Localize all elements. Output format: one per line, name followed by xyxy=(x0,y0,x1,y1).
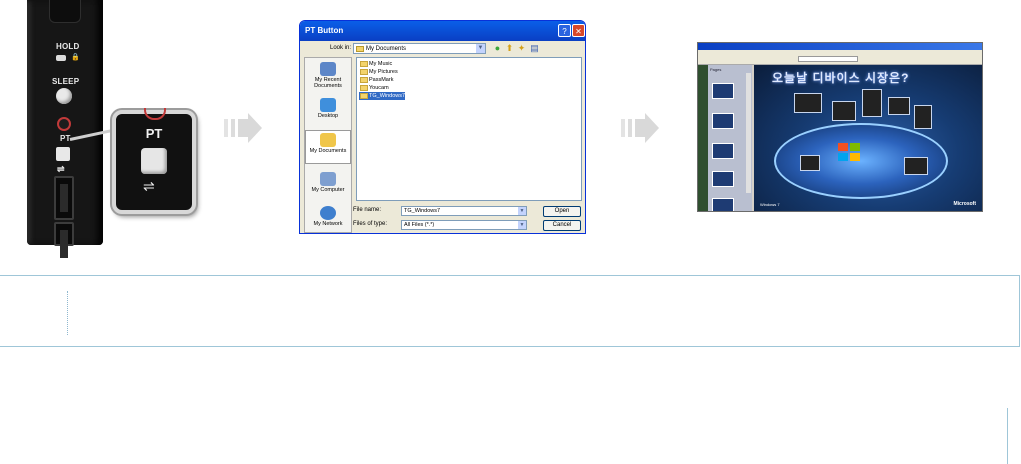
pt-button-dialog: PT Button ? ✕ Look in: My Documents ▼ ● … xyxy=(299,20,586,234)
device-cap xyxy=(49,0,81,23)
usb-icon: ⇌ xyxy=(57,164,65,174)
viewer-sidebar xyxy=(698,65,708,211)
folder-icon xyxy=(360,77,368,83)
recent-documents-icon xyxy=(320,62,336,76)
slide-footer-right: Microsoft xyxy=(953,201,977,207)
monitor-image xyxy=(832,101,856,121)
up-folder-icon[interactable]: ⬆ xyxy=(504,43,515,54)
page-thumbnail[interactable] xyxy=(712,143,734,159)
slide-title: 오늘날 디바이스 시장은? xyxy=(772,71,910,85)
viewer-titlebar xyxy=(698,43,982,50)
new-folder-icon[interactable]: ✦ xyxy=(516,43,527,54)
callout-pt-label: PT xyxy=(145,126,163,141)
hold-switch[interactable] xyxy=(56,55,66,61)
windows-logo-icon xyxy=(838,143,860,161)
presentation-viewer: Pages 오늘날 디바이스 시장은? Windows 7 Microsoft xyxy=(697,42,983,212)
look-in-label: Look in: xyxy=(330,45,352,51)
my-documents-icon xyxy=(320,133,336,147)
back-icon[interactable]: ● xyxy=(492,43,503,54)
look-in-value: My Documents xyxy=(366,46,407,52)
file-type-label: Files of type: xyxy=(353,221,388,227)
pt-button[interactable] xyxy=(56,147,70,161)
thumbnail-scrollbar[interactable] xyxy=(746,73,751,193)
place-desktop[interactable]: Desktop xyxy=(305,98,351,119)
tv-image xyxy=(862,89,882,117)
file-list[interactable]: My Music My Pictures PassMark Youcam TG_… xyxy=(356,57,582,201)
laptop-image xyxy=(794,93,822,113)
list-item[interactable]: PassMark xyxy=(359,76,393,84)
chevron-down-icon: ▼ xyxy=(518,207,526,215)
my-computer-icon xyxy=(320,172,336,186)
callout-pt-button xyxy=(141,148,167,174)
place-my-network[interactable]: My Network xyxy=(305,206,351,227)
pt-button-callout: PT ⇌ xyxy=(112,108,196,214)
look-in-select[interactable]: My Documents ▼ xyxy=(353,43,486,54)
file-type-select[interactable]: All Files (*.*) ▼ xyxy=(401,220,527,230)
arrow-right-icon xyxy=(224,113,262,143)
zoom-field[interactable] xyxy=(798,56,858,62)
help-button[interactable]: ? xyxy=(558,24,571,37)
dialog-title: PT Button xyxy=(300,21,585,41)
note-divider xyxy=(67,291,68,335)
pages-label: Pages xyxy=(710,67,722,72)
my-network-icon xyxy=(320,206,336,220)
page-thumbnail[interactable] xyxy=(712,113,734,129)
chevron-down-icon: ▼ xyxy=(476,44,485,53)
desktop-icon xyxy=(320,98,336,112)
folder-icon xyxy=(360,69,368,75)
usb-port-lower xyxy=(54,222,74,258)
arrow-right-icon xyxy=(621,113,659,143)
file-name-label: File name: xyxy=(353,207,382,213)
list-item[interactable]: My Pictures xyxy=(359,68,398,76)
place-my-recent-documents[interactable]: My Recent Documents xyxy=(305,62,351,89)
camera-image xyxy=(800,155,820,171)
list-item[interactable]: My Music xyxy=(359,60,392,68)
page-thumbnail[interactable] xyxy=(712,198,734,211)
cancel-button[interactable]: Cancel xyxy=(543,220,581,231)
open-button[interactable]: Open xyxy=(543,206,581,217)
phone-image xyxy=(914,105,932,129)
callout-usb-icon: ⇌ xyxy=(143,178,155,194)
console-image xyxy=(904,157,928,175)
lock-icon: 🔒 xyxy=(71,54,80,61)
sleep-button[interactable] xyxy=(56,88,72,104)
note-box xyxy=(0,275,1020,347)
views-menu-icon[interactable]: ▤ xyxy=(529,43,540,54)
place-my-computer[interactable]: My Computer xyxy=(305,172,351,193)
folder-icon xyxy=(360,85,368,91)
list-item-selected[interactable]: TG_Windows7 xyxy=(359,92,406,100)
folder-icon xyxy=(356,46,364,52)
slide-canvas: 오늘날 디바이스 시장은? Windows 7 Microsoft xyxy=(754,65,982,211)
tablet-image xyxy=(888,97,910,115)
device-side-photo: HOLD 🔒 SLEEP PT ⇌ xyxy=(27,0,103,258)
slide-footer-left: Windows 7 xyxy=(760,202,780,207)
page-thumbnail[interactable] xyxy=(712,83,734,99)
folder-icon xyxy=(360,61,368,67)
chevron-down-icon: ▼ xyxy=(518,221,526,229)
viewer-toolbar xyxy=(698,55,982,65)
list-item[interactable]: Youcam xyxy=(359,84,389,92)
power-ring-icon xyxy=(144,108,166,120)
sleep-label: SLEEP xyxy=(52,77,80,86)
places-bar: My Recent Documents Desktop My Documents… xyxy=(304,57,352,233)
power-icon[interactable] xyxy=(57,117,71,131)
usb-port xyxy=(54,176,74,220)
close-button[interactable]: ✕ xyxy=(572,24,585,37)
page-edge-line xyxy=(1007,408,1008,464)
page-thumbnail[interactable] xyxy=(712,171,734,187)
hold-label: HOLD xyxy=(56,42,80,51)
file-name-input[interactable]: TG_Windows7 ▼ xyxy=(401,206,527,216)
file-icon xyxy=(360,93,368,99)
place-my-documents[interactable]: My Documents xyxy=(305,130,351,164)
